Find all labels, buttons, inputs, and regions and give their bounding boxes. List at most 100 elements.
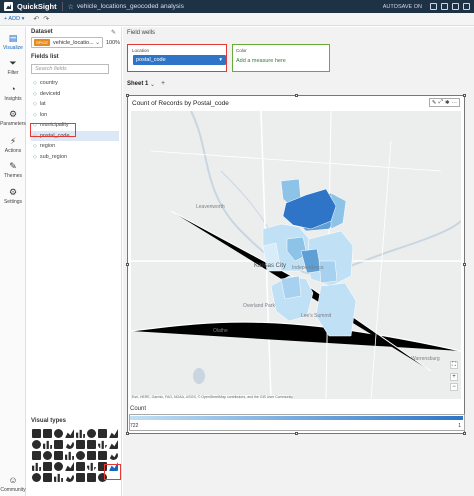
visual-type-icon[interactable] xyxy=(76,451,85,460)
color-well[interactable]: Color Add a measure here xyxy=(232,44,330,72)
favorite-star-icon[interactable]: ☆ xyxy=(68,3,74,11)
nav-actions[interactable]: ⚡ Actions xyxy=(0,136,26,154)
field-label: lon xyxy=(39,111,48,118)
chevron-down-icon: ▾ xyxy=(219,57,222,63)
add-sheet-icon[interactable]: + xyxy=(161,80,165,87)
save-icon[interactable] xyxy=(430,3,437,10)
visual-type-icon[interactable] xyxy=(98,429,107,438)
download-icon[interactable] xyxy=(452,3,459,10)
visual-type-icon[interactable] xyxy=(76,429,85,438)
field-wells-label[interactable]: Field wells xyxy=(127,30,155,36)
visual-type-icon[interactable] xyxy=(65,462,74,471)
nav-insights[interactable]: ◔ Insights xyxy=(0,84,26,102)
visual-type-icon[interactable] xyxy=(54,440,63,449)
zoom-out-button[interactable]: − xyxy=(450,383,458,391)
visual-type-icon[interactable] xyxy=(65,440,74,449)
tab-sheet-1[interactable]: Sheet 1 xyxy=(127,81,148,87)
dataset-name: vehicle_locatio... xyxy=(53,39,94,46)
chevron-down-icon[interactable]: ⌄ xyxy=(150,81,155,88)
visual-type-icon[interactable] xyxy=(32,440,41,449)
share-icon[interactable] xyxy=(441,3,448,10)
map-visual[interactable]: Count of Records by Postal_code ✎ ⤢ ✱ ⋯ xyxy=(126,94,466,435)
nav-actions-label: Actions xyxy=(4,148,22,154)
visual-type-icon[interactable] xyxy=(54,462,63,471)
toolbar: + ADD ▾ ↶ ↷ xyxy=(0,13,474,26)
zoom-in-button[interactable]: + xyxy=(450,373,458,381)
edit-dataset-icon[interactable]: ✎ xyxy=(111,29,116,36)
nav-parameters[interactable]: ⚙ Parameters xyxy=(0,109,26,127)
visual-type-icon[interactable] xyxy=(32,451,41,460)
visual-type-icon[interactable] xyxy=(43,462,52,471)
visual-type-icon[interactable] xyxy=(54,429,63,438)
visual-type-icon[interactable] xyxy=(65,473,74,482)
nav-visualize[interactable]: ▤ Visualize xyxy=(0,33,26,51)
dimension-icon: ◇ xyxy=(33,80,37,87)
visual-type-icon[interactable] xyxy=(54,451,63,460)
visual-type-icon[interactable] xyxy=(76,462,85,471)
fit-bounds-icon[interactable]: ⛶ xyxy=(450,361,458,369)
dataset-selector[interactable]: SPICE vehicle_locatio... ⌄ xyxy=(31,37,103,48)
user-icon[interactable] xyxy=(463,3,470,10)
visual-type-icon[interactable] xyxy=(76,473,85,482)
nav-settings-label: Settings xyxy=(3,199,23,205)
resize-handle[interactable] xyxy=(463,94,466,97)
field-label: lat xyxy=(39,101,46,108)
filter-icon: ⏷ xyxy=(9,58,17,68)
field-item-sub-region[interactable]: ◇ sub_region xyxy=(31,152,119,163)
field-item-lat[interactable]: ◇ lat xyxy=(31,99,119,110)
visual-type-icon[interactable] xyxy=(32,462,41,471)
visual-type-icon[interactable] xyxy=(109,451,118,460)
field-item-lon[interactable]: ◇ lon xyxy=(31,110,119,121)
location-field-pill[interactable]: postal_code ▾ xyxy=(133,55,226,65)
visualize-icon: ▤ xyxy=(8,33,18,43)
nav-community[interactable]: ☺ Community xyxy=(0,475,26,493)
visual-type-icon[interactable] xyxy=(65,429,74,438)
undo-icon[interactable]: ↶ xyxy=(33,15,39,23)
nav-themes[interactable]: ✎ Themes xyxy=(0,161,26,179)
format-icon[interactable]: ✱ xyxy=(445,100,450,106)
visual-type-icon[interactable] xyxy=(76,440,85,449)
search-fields-input[interactable]: Search fields xyxy=(31,64,109,74)
visual-type-icon[interactable] xyxy=(87,451,96,460)
visual-type-icon[interactable] xyxy=(43,473,52,482)
resize-handle[interactable] xyxy=(295,432,298,435)
expand-icon[interactable]: ⤢ xyxy=(438,99,442,106)
visual-type-icon[interactable] xyxy=(87,440,96,449)
visual-type-icon[interactable] xyxy=(32,429,41,438)
resize-handle[interactable] xyxy=(463,263,466,266)
resize-handle[interactable] xyxy=(295,94,298,97)
visual-type-icon[interactable] xyxy=(98,451,107,460)
visual-type-icon[interactable] xyxy=(65,451,74,460)
location-well[interactable]: Location postal_code ▾ xyxy=(127,44,227,72)
visual-type-icon[interactable] xyxy=(109,440,118,449)
visual-type-icon[interactable] xyxy=(109,429,118,438)
visual-type-icon[interactable] xyxy=(32,473,41,482)
visual-type-icon[interactable] xyxy=(43,440,52,449)
visual-type-icon[interactable] xyxy=(87,462,96,471)
visual-type-icon[interactable] xyxy=(87,429,96,438)
resize-handle[interactable] xyxy=(126,263,129,266)
nav-filter[interactable]: ⏷ Filter xyxy=(0,58,26,76)
analysis-title[interactable]: vehicle_locations_geocoded analysis xyxy=(77,3,184,10)
themes-icon: ✎ xyxy=(9,161,17,171)
more-options-icon[interactable]: ⋯ xyxy=(452,100,458,106)
field-item-devicetd[interactable]: ◇ devicetd xyxy=(31,89,119,100)
resize-handle[interactable] xyxy=(126,94,129,97)
visual-title[interactable]: Count of Records by Postal_code xyxy=(132,100,229,107)
resize-handle[interactable] xyxy=(126,432,129,435)
visual-type-icon[interactable] xyxy=(98,440,107,449)
redo-icon[interactable]: ↷ xyxy=(43,15,49,23)
visual-type-icon[interactable] xyxy=(87,473,96,482)
visual-type-icon[interactable] xyxy=(54,473,63,482)
color-well-label: Color xyxy=(236,48,247,53)
map-canvas[interactable]: Leavenworth Kansas City Independence Ove… xyxy=(131,111,461,399)
visual-type-icon[interactable] xyxy=(43,429,52,438)
field-item-region[interactable]: ◇ region xyxy=(31,141,119,152)
nav-settings[interactable]: ⚙ Settings xyxy=(0,187,26,205)
edit-icon[interactable]: ✎ xyxy=(432,100,437,106)
add-button[interactable]: + ADD ▾ xyxy=(4,16,24,22)
resize-handle[interactable] xyxy=(463,432,466,435)
autosave-toggle[interactable]: AUTOSAVE ON xyxy=(383,4,422,10)
visual-type-icon[interactable] xyxy=(43,451,52,460)
field-item-country[interactable]: ◇ country xyxy=(31,78,119,89)
